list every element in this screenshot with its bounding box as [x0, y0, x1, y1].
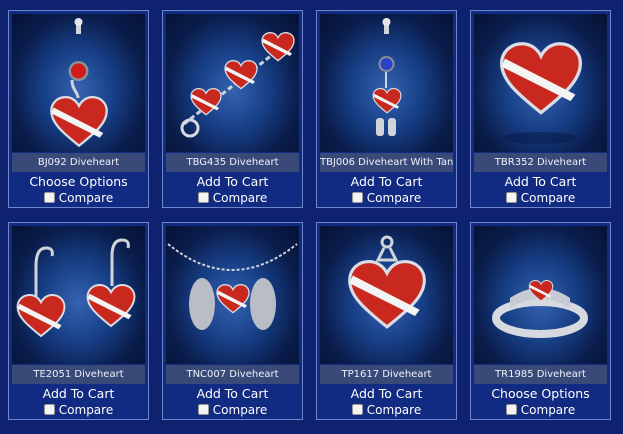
- compare-checkbox[interactable]: [505, 404, 517, 415]
- product-card[interactable]: TP1617 Diveheart Add To Cart Compare: [316, 222, 457, 420]
- add-to-cart-button[interactable]: Add To Cart: [317, 386, 456, 401]
- product-image[interactable]: [166, 226, 299, 364]
- product-grid: BJ092 Diveheart Choose Options Compare T…: [0, 0, 623, 434]
- compare-checkbox[interactable]: [43, 192, 55, 203]
- choose-options-link[interactable]: Choose Options: [9, 174, 148, 189]
- product-card[interactable]: BJ092 Diveheart Choose Options Compare: [8, 10, 149, 208]
- compare-toggle[interactable]: Compare: [9, 191, 148, 205]
- compare-label: Compare: [212, 403, 268, 417]
- product-card[interactable]: TR1985 Diveheart Choose Options Compare: [470, 222, 611, 420]
- compare-toggle[interactable]: Compare: [471, 191, 610, 205]
- add-to-cart-button[interactable]: Add To Cart: [163, 386, 302, 401]
- compare-checkbox[interactable]: [197, 192, 209, 203]
- add-to-cart-button[interactable]: Add To Cart: [163, 174, 302, 189]
- compare-toggle[interactable]: Compare: [471, 403, 610, 417]
- compare-label: Compare: [520, 191, 576, 205]
- product-image[interactable]: [320, 226, 453, 364]
- compare-checkbox[interactable]: [351, 404, 363, 415]
- product-image[interactable]: [166, 14, 299, 152]
- product-card[interactable]: TE2051 Diveheart Add To Cart Compare: [8, 222, 149, 420]
- product-image[interactable]: [12, 14, 145, 152]
- add-to-cart-button[interactable]: Add To Cart: [317, 174, 456, 189]
- compare-toggle[interactable]: Compare: [9, 403, 148, 417]
- compare-label: Compare: [366, 403, 422, 417]
- compare-checkbox[interactable]: [197, 404, 209, 415]
- compare-label: Compare: [58, 191, 114, 205]
- compare-label: Compare: [366, 191, 422, 205]
- compare-toggle[interactable]: Compare: [163, 191, 302, 205]
- compare-checkbox[interactable]: [505, 192, 517, 203]
- compare-checkbox[interactable]: [43, 404, 55, 415]
- product-image[interactable]: [474, 14, 607, 152]
- product-caption[interactable]: TP1617 Diveheart: [320, 365, 453, 384]
- compare-label: Compare: [58, 403, 114, 417]
- product-caption[interactable]: TNC007 Diveheart: [166, 365, 299, 384]
- product-card[interactable]: TBG435 Diveheart Add To Cart Compare: [162, 10, 303, 208]
- add-to-cart-button[interactable]: Add To Cart: [471, 174, 610, 189]
- compare-toggle[interactable]: Compare: [163, 403, 302, 417]
- product-image[interactable]: [474, 226, 607, 364]
- compare-checkbox[interactable]: [351, 192, 363, 203]
- choose-options-link[interactable]: Choose Options: [471, 386, 610, 401]
- compare-toggle[interactable]: Compare: [317, 403, 456, 417]
- product-caption[interactable]: BJ092 Diveheart: [12, 153, 145, 172]
- product-card[interactable]: TNC007 Diveheart Add To Cart Compare: [162, 222, 303, 420]
- product-caption[interactable]: TR1985 Diveheart: [474, 365, 607, 384]
- product-card[interactable]: TBJ006 Diveheart With Tanks Add To Cart …: [316, 10, 457, 208]
- product-caption[interactable]: TBJ006 Diveheart With Tanks: [320, 153, 453, 172]
- product-caption[interactable]: TE2051 Diveheart: [12, 365, 145, 384]
- compare-label: Compare: [520, 403, 576, 417]
- product-card[interactable]: TBR352 Diveheart Add To Cart Compare: [470, 10, 611, 208]
- compare-toggle[interactable]: Compare: [317, 191, 456, 205]
- product-caption[interactable]: TBR352 Diveheart: [474, 153, 607, 172]
- compare-label: Compare: [212, 191, 268, 205]
- add-to-cart-button[interactable]: Add To Cart: [9, 386, 148, 401]
- product-image[interactable]: [320, 14, 453, 152]
- product-image[interactable]: [12, 226, 145, 364]
- product-caption[interactable]: TBG435 Diveheart: [166, 153, 299, 172]
